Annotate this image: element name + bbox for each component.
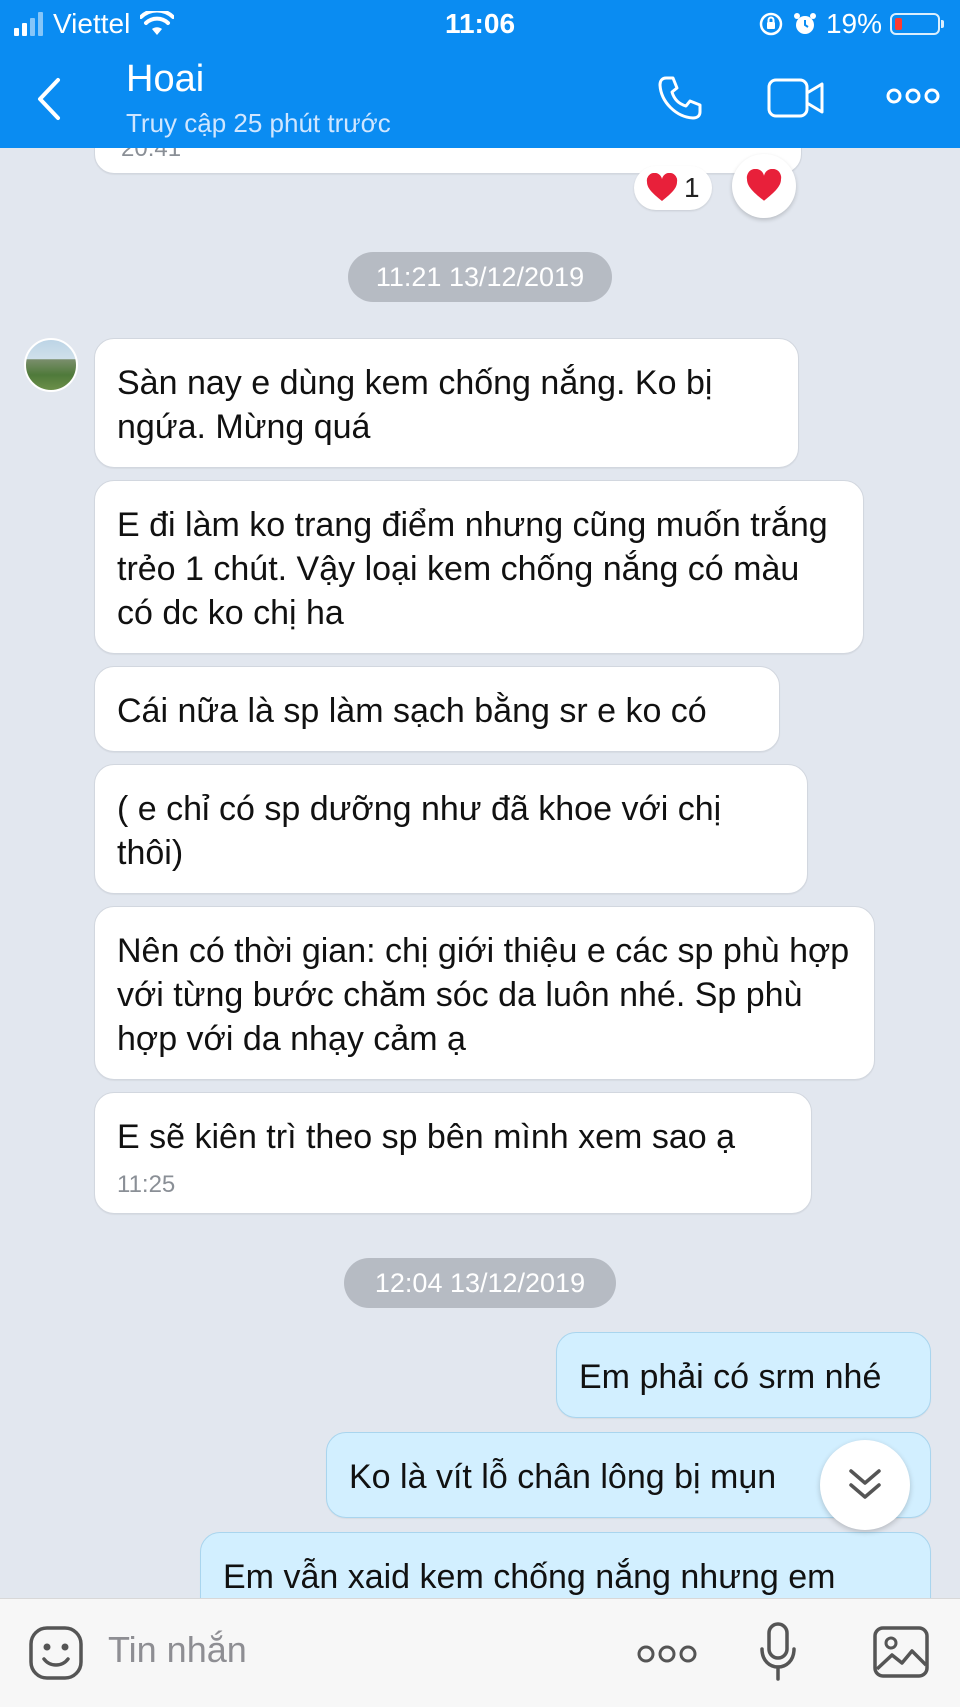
more-icon[interactable]: [886, 86, 940, 106]
orientation-lock-icon: [759, 12, 783, 36]
message-time: 20:41: [121, 148, 182, 162]
more-options-icon[interactable]: [636, 1643, 698, 1665]
outgoing-message[interactable]: Em phải có srm nhé: [556, 1332, 931, 1418]
mic-icon[interactable]: [758, 1621, 798, 1683]
message-input[interactable]: Tin nhắn: [108, 1629, 247, 1671]
reaction-count: 1: [684, 172, 700, 203]
battery-icon: [890, 13, 944, 35]
video-icon[interactable]: [766, 76, 826, 120]
status-right: 19%: [758, 8, 944, 40]
incoming-message[interactable]: Nên có thời gian: chị giới thiệu e các s…: [94, 906, 875, 1080]
message-text: E sẽ kiên trì theo sp bên mình xem sao ạ: [117, 1118, 735, 1156]
date-separator: 12:04 13/12/2019: [344, 1258, 616, 1308]
contact-name[interactable]: Hoai: [126, 58, 204, 101]
outgoing-message[interactable]: Em vẫn xaid kem chống nắng nhưng em: [200, 1532, 931, 1598]
incoming-message[interactable]: Cái nữa là sp làm sạch bằng sr e ko có: [94, 666, 780, 752]
header-bar: Viettel 11:06 19% Hoai Truy cập 25 phút …: [0, 0, 960, 148]
battery-percent: 19%: [825, 8, 882, 39]
heart-reaction-button[interactable]: [732, 154, 796, 218]
date-separator: 11:21 13/12/2019: [348, 252, 612, 302]
composer-bar: Tin nhắn: [0, 1598, 960, 1707]
status-bar: Viettel 11:06 19%: [0, 0, 960, 50]
reaction-summary[interactable]: 1: [634, 166, 712, 210]
phone-icon[interactable]: [654, 72, 706, 124]
message-time: 11:25: [117, 1171, 176, 1198]
message-list[interactable]: 20:41 1 11:21 13/12/2019 Sàn nay e dùng …: [0, 148, 960, 1598]
incoming-message[interactable]: ( e chỉ có sp dưỡng như đã khoe với chị …: [94, 764, 808, 894]
contact-last-seen: Truy cập 25 phút trước: [126, 108, 391, 138]
chevron-double-down-icon: [849, 1469, 881, 1499]
scroll-to-bottom-button[interactable]: [820, 1440, 910, 1530]
heart-icon: [746, 169, 782, 201]
alarm-icon: [793, 13, 816, 34]
sticker-icon[interactable]: [28, 1625, 84, 1681]
heart-icon: [646, 173, 678, 201]
image-icon[interactable]: [872, 1625, 930, 1679]
incoming-message[interactable]: Sàn nay e dùng kem chống nắng. Ko bị ngứ…: [94, 338, 799, 468]
back-icon[interactable]: [30, 74, 70, 124]
incoming-message-last[interactable]: E sẽ kiên trì theo sp bên mình xem sao ạ…: [94, 1092, 812, 1214]
incoming-message[interactable]: E đi làm ko trang điểm nhưng cũng muốn t…: [94, 480, 864, 654]
avatar[interactable]: [24, 338, 78, 392]
